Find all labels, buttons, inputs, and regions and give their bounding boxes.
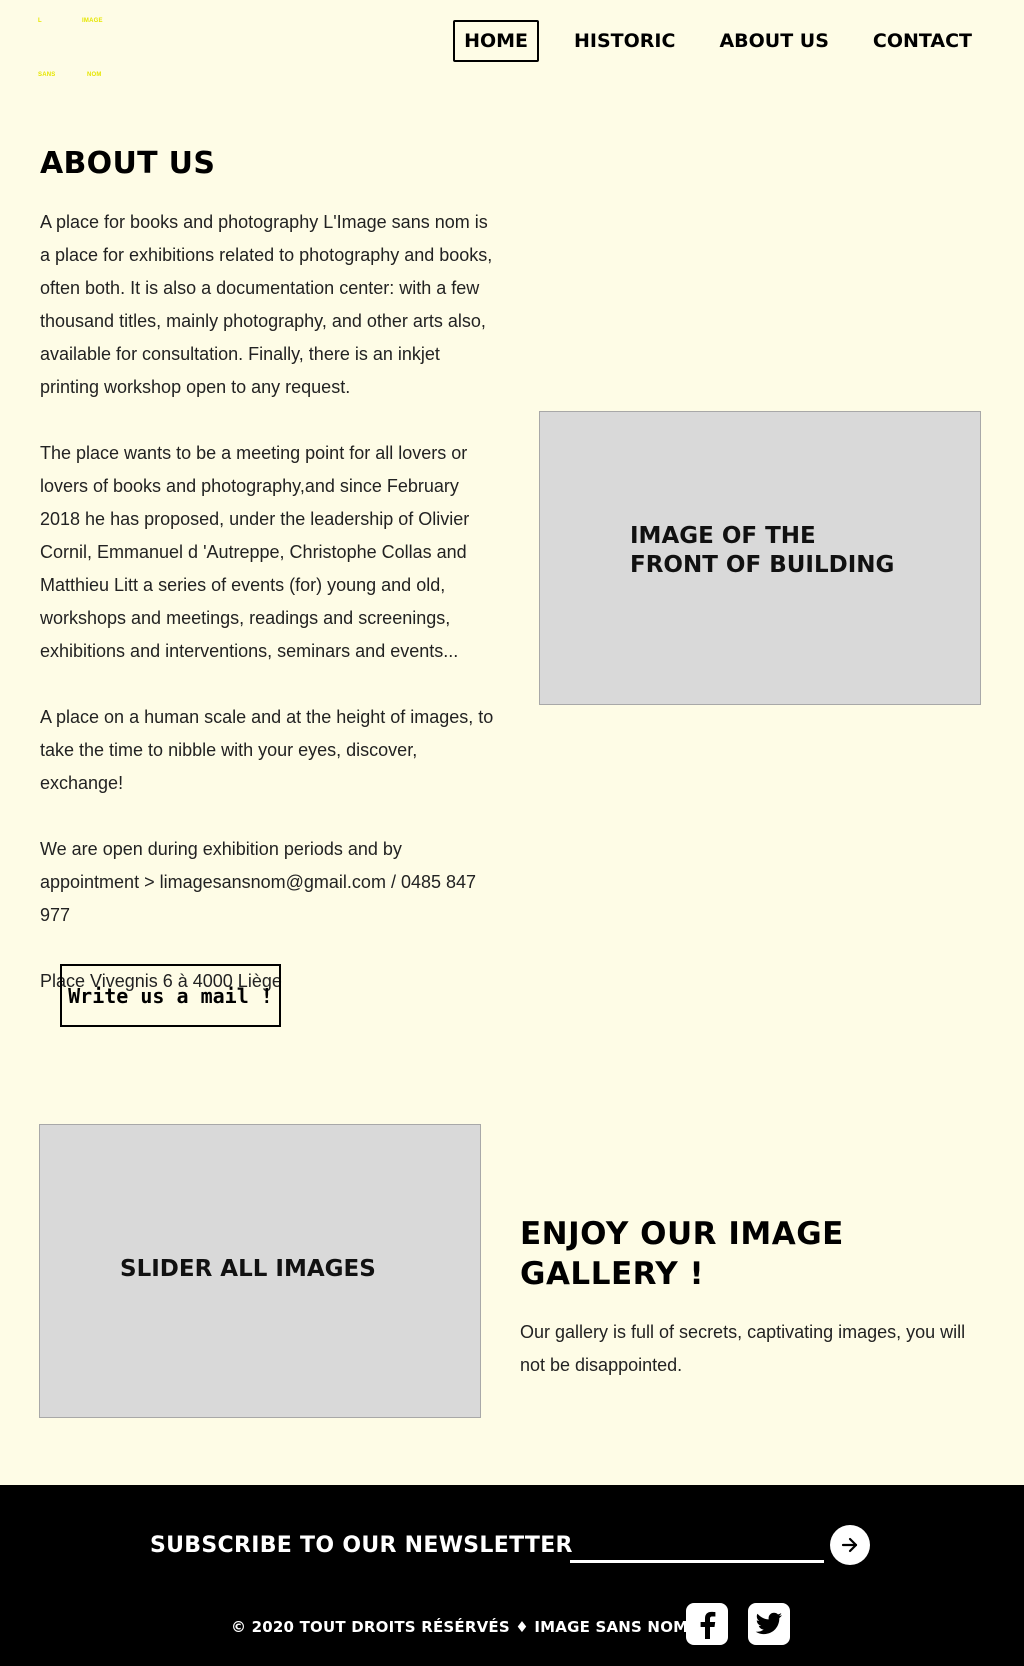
site-logo[interactable]: L IMAGE SANS NOM	[38, 18, 108, 82]
footer: SUBSCRIBE TO OUR NEWSLETTER © 2020 TOUT …	[0, 1485, 1024, 1666]
about-paragraph: The place wants to be a meeting point fo…	[40, 443, 470, 661]
gallery-slider[interactable]: SLIDER ALL IMAGES	[39, 1124, 481, 1418]
gallery-title: ENJOY OUR IMAGE GALLERY !	[520, 1216, 844, 1292]
twitter-icon	[755, 1612, 782, 1635]
logo-word: L	[38, 18, 42, 24]
nav-contact[interactable]: CONTACT	[864, 22, 981, 60]
main-nav: HOME HISTORIC ABOUT US CONTACT	[453, 20, 1024, 62]
write-mail-button[interactable]: Write us a mail !	[60, 964, 281, 1027]
building-image-label: IMAGE OF THE FRONT OF BUILDING	[630, 523, 895, 578]
about-text: A place for books and photography L'Imag…	[40, 206, 502, 998]
logo-word: IMAGE	[82, 18, 103, 24]
newsletter-email-input[interactable]	[570, 1525, 824, 1563]
facebook-icon	[700, 1611, 716, 1639]
facebook-link[interactable]	[686, 1603, 728, 1645]
nav-historic[interactable]: HISTORIC	[565, 22, 684, 60]
newsletter-submit-button[interactable]	[830, 1525, 870, 1565]
logo-word: SANS	[38, 72, 56, 78]
about-paragraph: We are open during exhibition periods an…	[40, 839, 477, 925]
about-paragraph: A place on a human scale and at the heig…	[40, 707, 494, 793]
nav-about-us[interactable]: ABOUT US	[710, 22, 837, 60]
nav-home[interactable]: HOME	[453, 20, 540, 62]
arrow-right-icon	[841, 1537, 858, 1553]
gallery-text: Our gallery is full of secrets, captivat…	[520, 1322, 966, 1375]
copyright-text: © 2020 TOUT DROITS RÉSÉRVÉS ♦ IMAGE SANS…	[231, 1618, 689, 1636]
newsletter-label: SUBSCRIBE TO OUR NEWSLETTER	[150, 1533, 573, 1558]
logo-word: NOM	[87, 72, 102, 78]
about-title: ABOUT US	[40, 146, 216, 181]
about-paragraph: A place for books and photography L'Imag…	[40, 212, 493, 397]
slider-label: SLIDER ALL IMAGES	[120, 1256, 376, 1282]
building-image-placeholder: IMAGE OF THE FRONT OF BUILDING	[539, 411, 981, 705]
twitter-link[interactable]	[748, 1603, 790, 1645]
